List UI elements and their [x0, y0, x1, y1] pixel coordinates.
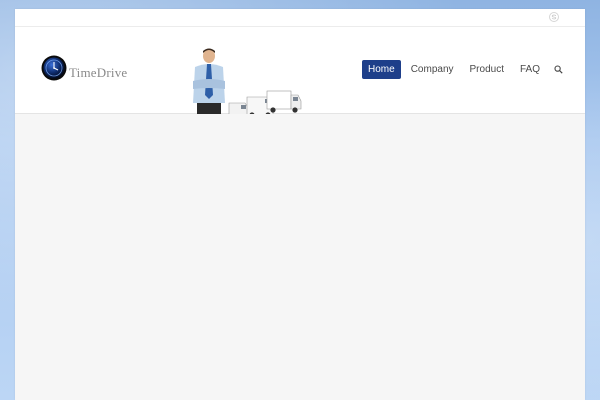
site-header: TimeDrive Home Company Product FAQ: [15, 27, 585, 122]
logo-text: TimeDrive: [69, 65, 128, 80]
skype-icon[interactable]: [549, 12, 559, 22]
nav-item-home[interactable]: Home: [362, 60, 401, 79]
main-content: [15, 114, 585, 400]
nav-item-product[interactable]: Product: [464, 60, 510, 79]
search-icon[interactable]: [550, 63, 567, 76]
man-with-vans-image: [193, 48, 302, 122]
site-logo[interactable]: TimeDrive: [41, 55, 127, 81]
main-nav: Home Company Product FAQ: [362, 60, 567, 79]
nav-item-company[interactable]: Company: [405, 60, 460, 79]
clock-logo-icon: [41, 55, 67, 81]
page-container: TimeDrive Home Company Product FAQ: [15, 9, 585, 400]
top-bar: [15, 9, 585, 27]
nav-item-faq[interactable]: FAQ: [514, 60, 546, 79]
